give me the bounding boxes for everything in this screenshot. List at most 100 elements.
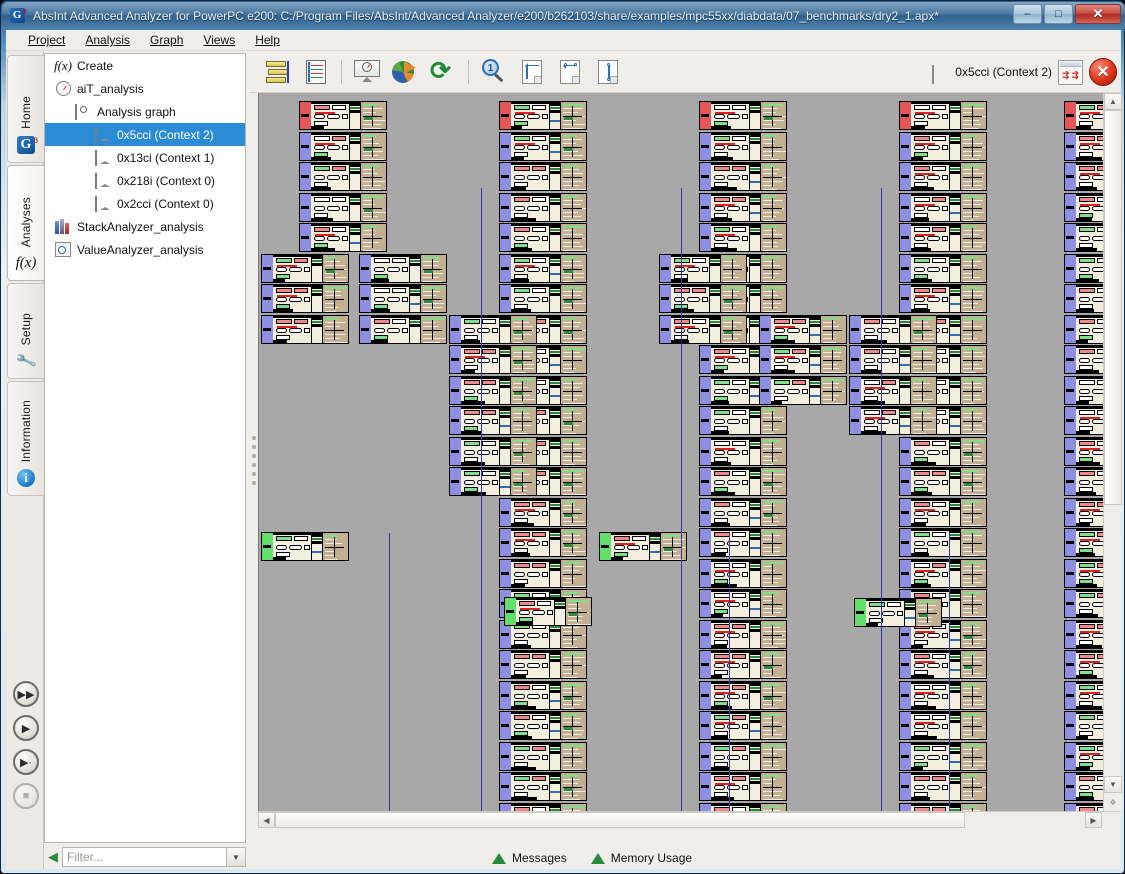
graph-node[interactable] <box>699 711 787 740</box>
graph-node[interactable] <box>499 284 587 313</box>
scroll-up-button[interactable]: ▲ <box>1104 93 1122 110</box>
graph-node[interactable] <box>899 101 987 130</box>
tree-item-ait-analysis[interactable]: aiT_analysis <box>45 77 245 100</box>
show-legend-button[interactable] <box>262 56 294 88</box>
graph-node[interactable] <box>899 680 987 710</box>
tree-item-0x218i[interactable]: 0x218i (Context 0) <box>45 169 245 192</box>
horizontal-scroll-thumb[interactable] <box>275 812 965 828</box>
menu-project[interactable]: Project <box>18 31 75 49</box>
graph-node[interactable] <box>899 497 987 527</box>
graph-node[interactable] <box>499 162 587 191</box>
graph-node[interactable] <box>899 467 987 496</box>
graph-node[interactable] <box>1064 253 1103 283</box>
graph-node[interactable] <box>759 375 847 405</box>
graph-node[interactable] <box>699 192 787 222</box>
graph-node[interactable] <box>699 131 787 161</box>
graph-node[interactable] <box>449 345 537 374</box>
graph-node[interactable] <box>261 314 349 344</box>
graph-node[interactable] <box>449 406 537 435</box>
graph-node[interactable] <box>1064 741 1103 771</box>
maximize-button[interactable]: □ <box>1044 4 1073 24</box>
graph-node[interactable] <box>699 162 787 191</box>
graph-node[interactable] <box>359 284 447 313</box>
fit-width-button[interactable] <box>554 56 586 88</box>
graph-node[interactable] <box>499 558 587 588</box>
graph-node[interactable] <box>899 284 987 313</box>
graph-node[interactable] <box>1064 497 1103 527</box>
graph-node[interactable] <box>899 528 987 557</box>
graph-node[interactable] <box>359 314 447 344</box>
scroll-corner-resize[interactable]: ✥ <box>1104 794 1122 811</box>
minimize-button[interactable]: – <box>1013 4 1042 24</box>
graph-node[interactable] <box>899 131 987 161</box>
graph-node[interactable] <box>899 741 987 771</box>
analyses-tree[interactable]: f(x) Create aiT_analysis Analysis graph … <box>44 53 246 843</box>
graph-node[interactable] <box>1064 589 1103 618</box>
tree-item-0x13ci[interactable]: 0x13ci (Context 1) <box>45 146 245 169</box>
graph-node[interactable] <box>699 497 787 527</box>
graph-node[interactable] <box>499 131 587 161</box>
scroll-left-button[interactable]: ◀ <box>258 812 275 828</box>
graph-node[interactable] <box>499 650 587 679</box>
analysis-graph-button[interactable] <box>351 56 383 88</box>
maximize-view-button[interactable]: ➔ ➔ ➔ ➔ <box>1058 59 1083 85</box>
graph-node[interactable] <box>699 772 787 801</box>
control-flow-graph-canvas[interactable] <box>258 93 1103 811</box>
rail-tab-information[interactable]: i Information <box>7 381 44 496</box>
graph-node[interactable] <box>899 802 987 811</box>
graph-node[interactable] <box>699 436 787 466</box>
filter-input[interactable]: Filter... <box>62 847 227 867</box>
panel-splitter-handle[interactable] <box>249 93 258 828</box>
graph-node[interactable] <box>849 345 937 374</box>
close-button[interactable]: ✕ <box>1075 4 1121 24</box>
graph-node[interactable] <box>1064 162 1103 191</box>
graph-node[interactable] <box>1064 345 1103 374</box>
filter-dropdown-button[interactable]: ▼ <box>227 847 246 867</box>
graph-node[interactable] <box>299 223 387 252</box>
tree-item-stackanalyzer[interactable]: StackAnalyzer_analysis <box>45 215 245 238</box>
graph-node[interactable] <box>899 162 987 191</box>
filter-back-arrow-icon[interactable]: ◀ <box>44 848 62 866</box>
fit-height-button[interactable] <box>516 56 548 88</box>
menu-help[interactable]: Help <box>245 31 290 49</box>
graph-node[interactable] <box>1064 802 1103 811</box>
graph-node[interactable] <box>499 680 587 710</box>
graph-node[interactable] <box>261 253 349 283</box>
rail-tab-analyses[interactable]: f(x) Analyses <box>7 165 44 281</box>
graph-node[interactable] <box>299 192 387 222</box>
graph-node[interactable] <box>659 314 747 344</box>
graph-node[interactable] <box>1064 284 1103 313</box>
vertical-scroll-thumb[interactable] <box>1104 110 1122 505</box>
graph-node[interactable] <box>899 223 987 252</box>
graph-node[interactable] <box>699 650 787 679</box>
tree-item-0x2cci[interactable]: 0x2cci (Context 0) <box>45 192 245 215</box>
tree-item-0x5cci[interactable]: 0x5cci (Context 2) <box>45 123 245 146</box>
graph-node[interactable] <box>499 711 587 740</box>
graph-node[interactable] <box>1064 406 1103 435</box>
graph-node[interactable] <box>1064 192 1103 222</box>
graph-node[interactable] <box>499 741 587 771</box>
graph-node[interactable] <box>699 467 787 496</box>
graph-node[interactable] <box>1064 619 1103 649</box>
menu-graph[interactable]: Graph <box>140 31 193 49</box>
graph-node[interactable] <box>449 436 537 466</box>
graph-node[interactable] <box>899 558 987 588</box>
tree-item-analysis-graph[interactable]: Analysis graph <box>45 100 245 123</box>
graph-node[interactable] <box>1064 528 1103 557</box>
graph-node[interactable] <box>1064 314 1103 344</box>
graph-node[interactable] <box>699 406 787 435</box>
tree-item-create[interactable]: f(x) Create <box>45 54 245 77</box>
graph-node[interactable] <box>359 253 447 283</box>
rail-tab-setup[interactable]: 🔧 Setup <box>7 283 44 379</box>
graph-node[interactable] <box>499 253 587 283</box>
graph-node[interactable] <box>1064 680 1103 710</box>
graph-node[interactable] <box>899 253 987 283</box>
graph-node[interactable] <box>1064 650 1103 679</box>
graph-node[interactable] <box>299 131 387 161</box>
graph-node[interactable] <box>759 314 847 344</box>
graph-node[interactable] <box>1064 711 1103 740</box>
menu-analysis[interactable]: Analysis <box>75 31 140 49</box>
graph-node[interactable] <box>1064 101 1103 130</box>
graph-node[interactable] <box>849 406 937 435</box>
graph-node[interactable] <box>699 680 787 710</box>
